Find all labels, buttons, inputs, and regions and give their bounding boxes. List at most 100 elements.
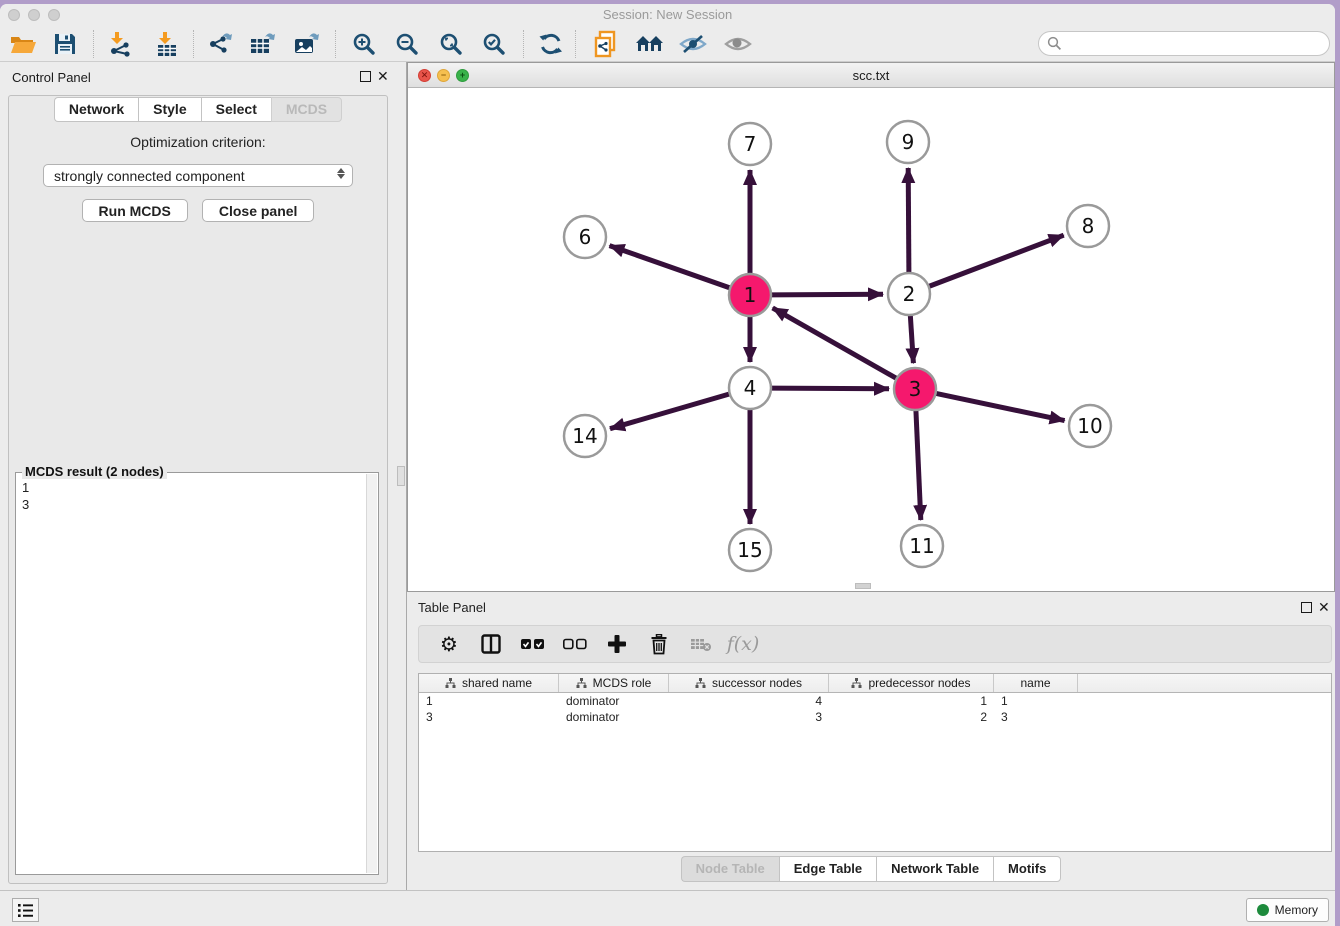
- cell-shared-name[interactable]: 3: [419, 709, 559, 725]
- cytoscape-window: Session: New Session: [0, 4, 1335, 926]
- graph-edge-2-8[interactable]: [929, 235, 1064, 286]
- tab-network[interactable]: Network: [54, 97, 138, 122]
- refresh-button[interactable]: [533, 27, 569, 61]
- hierarchy-icon: [576, 678, 587, 689]
- import-network-icon: [106, 31, 132, 57]
- graph-edge-3-1[interactable]: [773, 308, 897, 379]
- column-header-predecessor-nodes[interactable]: predecessor nodes: [829, 674, 994, 692]
- mcds-result-text[interactable]: 1 3: [18, 475, 365, 872]
- zoom-fit-icon: [439, 32, 463, 56]
- tab-motifs[interactable]: Motifs: [993, 856, 1061, 882]
- tab-style[interactable]: Style: [138, 97, 200, 122]
- tab-node-table[interactable]: Node Table: [681, 856, 779, 882]
- right-column: ✕ − + scc.txt 7968124314101511 Table P: [407, 62, 1335, 890]
- apply-function-button[interactable]: f(x): [729, 630, 757, 658]
- close-panel-button[interactable]: Close panel: [202, 199, 315, 222]
- table-row[interactable]: 3 dominator 3 2 3: [419, 709, 1331, 725]
- delete-table-button[interactable]: [687, 630, 715, 658]
- task-history-button[interactable]: [12, 898, 39, 922]
- result-scrollbar[interactable]: [366, 474, 377, 873]
- memory-button[interactable]: Memory: [1246, 898, 1329, 922]
- delete-column-button[interactable]: [645, 630, 673, 658]
- run-mcds-button[interactable]: Run MCDS: [82, 199, 188, 222]
- graph-edge-1-2[interactable]: [771, 294, 883, 295]
- import-table-button[interactable]: [149, 27, 185, 61]
- optimization-criterion-dropdown[interactable]: strongly connected component: [43, 164, 353, 187]
- application-window: Session: New Session: [0, 0, 1340, 926]
- hide-selected-button[interactable]: [675, 27, 711, 61]
- session-title: Session: New Session: [0, 7, 1335, 22]
- close-panel-icon[interactable]: ✕: [377, 68, 389, 85]
- graph-node-label-9: 9: [902, 130, 915, 154]
- graph-node-label-14: 14: [572, 424, 597, 448]
- import-network-button[interactable]: [101, 27, 137, 61]
- cell-predecessor-nodes[interactable]: 1: [829, 693, 994, 709]
- table-settings-button[interactable]: ⚙: [435, 630, 463, 658]
- zoom-out-button[interactable]: [389, 27, 425, 61]
- hierarchy-icon: [695, 678, 706, 689]
- split-columns-button[interactable]: [477, 630, 505, 658]
- graph-edge-3-10[interactable]: [936, 393, 1065, 420]
- delete-table-icon: [690, 636, 712, 652]
- save-session-button[interactable]: [47, 27, 83, 61]
- cell-successor-nodes[interactable]: 4: [669, 693, 829, 709]
- deselect-all-rows-button[interactable]: [561, 630, 589, 658]
- column-header-successor-nodes[interactable]: successor nodes: [669, 674, 829, 692]
- cell-name[interactable]: 1: [994, 693, 1078, 709]
- mcds-buttons: Run MCDS Close panel: [9, 199, 387, 222]
- zoom-fit-button[interactable]: [433, 27, 469, 61]
- network-canvas[interactable]: 7968124314101511: [408, 88, 1334, 589]
- cell-mcds-role[interactable]: dominator: [559, 693, 669, 709]
- network-graph: 7968124314101511: [408, 88, 1334, 589]
- graph-edge-1-6[interactable]: [610, 246, 731, 288]
- float-table-panel-icon[interactable]: [1301, 602, 1312, 613]
- table-panel: Table Panel ✕ ⚙: [407, 592, 1335, 890]
- zoom-in-button[interactable]: [346, 27, 382, 61]
- horizontal-splitter-handle[interactable]: [855, 583, 871, 589]
- show-all-button[interactable]: [720, 27, 756, 61]
- houses-icon: [635, 33, 665, 55]
- export-image-button[interactable]: [289, 27, 325, 61]
- tab-mcds[interactable]: MCDS: [271, 97, 342, 122]
- add-column-button[interactable]: [603, 630, 631, 658]
- cell-name[interactable]: 3: [994, 709, 1078, 725]
- open-session-button[interactable]: [5, 27, 41, 61]
- cell-shared-name[interactable]: 1: [419, 693, 559, 709]
- export-table-button[interactable]: [245, 27, 281, 61]
- graph-node-label-3: 3: [909, 377, 922, 401]
- table-row[interactable]: 1 dominator 4 1 1: [419, 693, 1331, 709]
- tab-network-table[interactable]: Network Table: [876, 856, 993, 882]
- mcds-result-box: MCDS result (2 nodes) 1 3: [15, 472, 379, 875]
- dropdown-selected-value: strongly connected component: [54, 168, 245, 184]
- graph-edge-4-14[interactable]: [610, 394, 730, 429]
- cell-successor-nodes[interactable]: 3: [669, 709, 829, 725]
- vertical-splitter[interactable]: [396, 62, 407, 890]
- zoom-selected-button[interactable]: [476, 27, 512, 61]
- export-network-button[interactable]: [202, 27, 238, 61]
- hierarchy-icon: [445, 678, 456, 689]
- main-toolbar: [0, 26, 1335, 62]
- vertical-splitter-handle[interactable]: [397, 466, 405, 486]
- duplicate-network-button[interactable]: [589, 27, 625, 61]
- graph-edge-3-11[interactable]: [916, 410, 921, 520]
- column-header-mcds-role[interactable]: MCDS role: [559, 674, 669, 692]
- toolbar-separator: [575, 30, 576, 58]
- export-image-icon: [293, 31, 321, 57]
- tab-edge-table[interactable]: Edge Table: [779, 856, 876, 882]
- cell-mcds-role[interactable]: dominator: [559, 709, 669, 725]
- search-input[interactable]: [1038, 31, 1330, 56]
- graph-edge-2-9[interactable]: [908, 168, 909, 273]
- first-neighbors-button[interactable]: [632, 27, 668, 61]
- cell-predecessor-nodes[interactable]: 2: [829, 709, 994, 725]
- column-header-name[interactable]: name: [994, 674, 1078, 692]
- graph-edge-2-3[interactable]: [910, 315, 913, 363]
- eye-icon: [724, 33, 752, 55]
- tab-select[interactable]: Select: [201, 97, 271, 122]
- float-panel-icon[interactable]: [360, 71, 371, 82]
- table-panel-title: Table Panel: [418, 600, 486, 615]
- select-all-rows-button[interactable]: [519, 630, 547, 658]
- toolbar-separator: [93, 30, 94, 58]
- close-table-panel-icon[interactable]: ✕: [1318, 599, 1330, 616]
- graph-edge-4-3[interactable]: [771, 388, 889, 389]
- column-header-shared-name[interactable]: shared name: [419, 674, 559, 692]
